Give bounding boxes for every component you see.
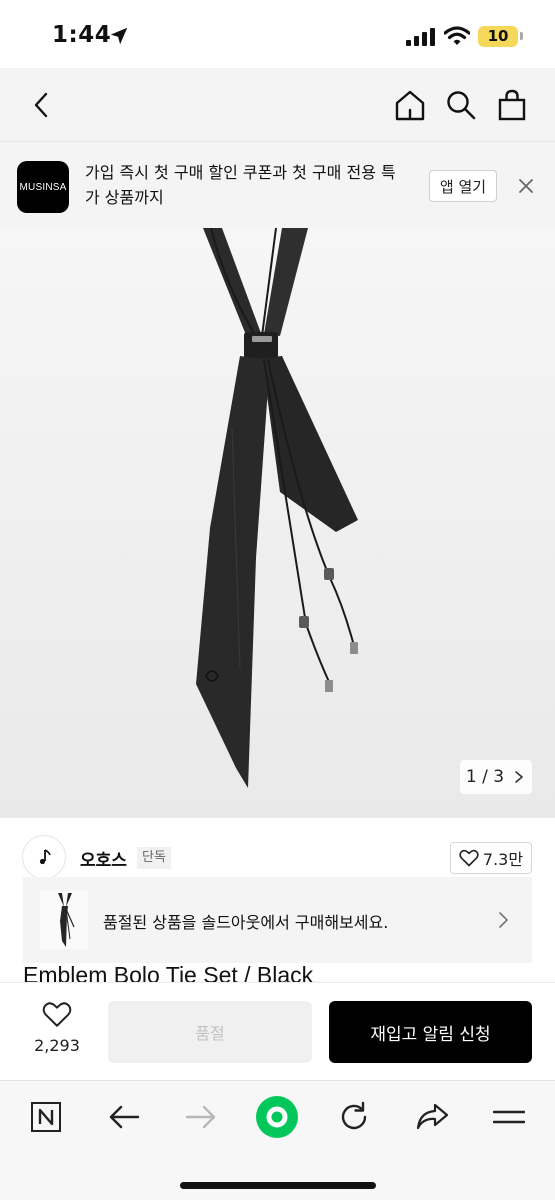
browser-toolbar [0,1080,555,1200]
wishlist-count: 2,293 [34,1036,80,1055]
naver-button[interactable] [22,1095,70,1139]
naver-n-icon [31,1102,61,1132]
shopping-bag-icon [498,89,526,121]
image-page-indicator[interactable]: 1 / 3 [460,760,532,794]
chevron-right-icon [515,771,523,783]
exclusive-badge: 단독 [137,847,171,869]
soldout-banner[interactable]: 품절된 상품을 솔드아웃에서 구매해보세요. [23,877,532,963]
share-arrow-icon [416,1103,449,1130]
brand-row: 오호스 단독 7.3만 [0,830,555,882]
status-bar: 1:44 10 [0,0,555,68]
hamburger-menu-icon [493,1110,525,1124]
soldout-button: 품절 [108,1001,312,1063]
green-dot-button[interactable] [253,1095,301,1139]
heart-icon [42,1002,72,1027]
battery-cap [520,32,523,40]
brand-logo[interactable] [22,835,66,879]
product-image[interactable] [0,228,555,818]
open-app-button[interactable]: 앱 열기 [429,170,497,202]
nav-header [0,68,555,142]
reload-button[interactable] [330,1095,378,1139]
search-icon [447,91,476,120]
brand-name[interactable]: 오호스 [80,846,127,871]
tie-thumbnail-image [58,893,75,947]
chevron-right-icon [499,912,508,928]
music-note-icon [39,849,51,865]
heart-icon [459,849,479,867]
browser-back-button[interactable] [100,1095,148,1139]
cart-button[interactable] [492,68,532,142]
brand-like-count: 7.3만 [482,850,524,869]
browser-forward-button[interactable] [177,1095,225,1139]
chevron-left-icon [34,92,48,118]
restock-alert-button[interactable]: 재입고 알림 신청 [329,1001,532,1063]
arrow-right-icon [185,1105,216,1129]
back-button[interactable] [22,68,62,142]
battery-indicator: 10 [478,26,518,47]
reload-icon [341,1101,367,1130]
bolo-tie-image [196,228,358,788]
arrow-left-icon [109,1105,140,1129]
status-time: 1:44 [52,22,112,48]
page-indicator-text: 1 / 3 [465,767,505,787]
home-button[interactable] [390,68,430,142]
cellular-signal-icon [406,28,435,46]
location-arrow-icon [110,27,128,45]
brand-like-button[interactable]: 7.3만 [450,842,532,874]
wifi-icon [444,26,470,45]
close-icon[interactable] [516,176,536,196]
musinsa-logo: MUSINSA [17,161,69,213]
share-button[interactable] [408,1095,456,1139]
green-dot-icon [256,1096,298,1138]
wishlist-button[interactable]: 2,293 [24,1001,90,1065]
soldout-thumbnail [40,891,88,949]
promo-message: 가입 즉시 첫 구매 할인 쿠폰과 첫 구매 전용 특가 상품까지 [85,163,396,207]
menu-button[interactable] [485,1095,533,1139]
home-icon [395,90,425,121]
soldout-message: 품절된 상품을 솔드아웃에서 구매해보세요. [103,913,389,932]
search-button[interactable] [441,68,481,142]
home-indicator [180,1182,376,1189]
app-promo-banner: MUSINSA 가입 즉시 첫 구매 할인 쿠폰과 첫 구매 전용 특가 상품까… [0,142,555,228]
purchase-action-bar: 2,293 품절 재입고 알림 신청 [0,982,555,1080]
